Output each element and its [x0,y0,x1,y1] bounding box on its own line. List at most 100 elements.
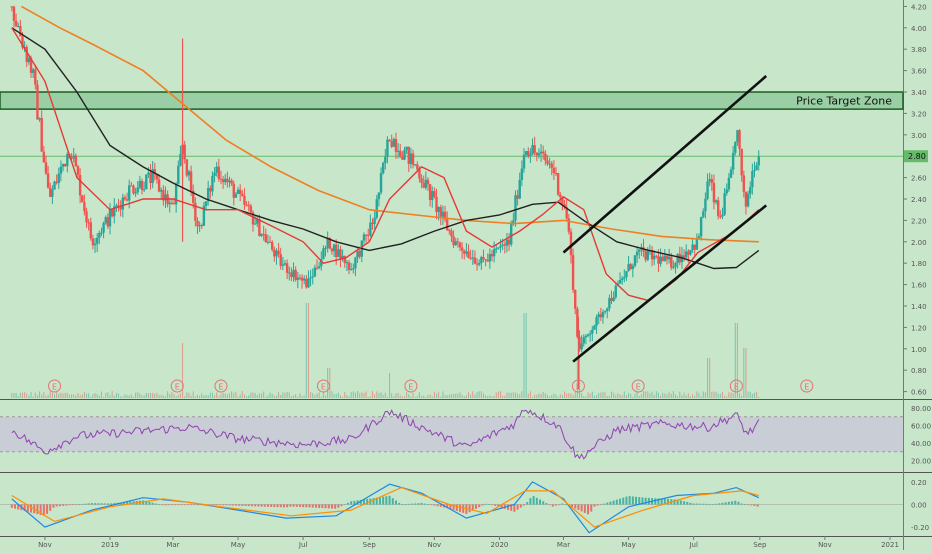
candle-body [674,263,677,267]
volume-bar [147,392,149,398]
candle-body [95,237,99,244]
macd-histogram-bar [110,503,113,505]
volume-bar [145,393,147,398]
candle-body [501,244,504,246]
volume-bar [269,392,271,398]
volume-bar [301,395,303,398]
candle-body [757,156,760,166]
volume-bar [561,395,563,398]
candle [83,194,86,216]
volume-bar [431,396,433,398]
candle [556,172,560,197]
macd-histogram-bar [721,502,724,505]
candle-body [134,192,137,194]
candle-body [693,244,696,250]
candle [119,200,122,217]
candle [719,210,722,219]
macd-histogram-bar [74,504,77,506]
candle [399,143,402,158]
volume-bar [606,396,608,398]
candle [87,218,90,231]
volume-bar [726,396,728,398]
candle [582,334,585,347]
candle [66,152,69,173]
candle-body [588,333,592,335]
candle [567,213,571,235]
candle-body [516,195,519,199]
earnings-marker: E [48,379,62,393]
candle [270,240,274,252]
volume-bar [587,392,589,398]
volume-bar [704,392,706,398]
candle [72,148,75,163]
candle [31,67,35,79]
candle [317,261,321,270]
rsi-axis-label: 60.00 [911,423,931,431]
candle [258,214,261,237]
macd-histogram-bar [62,504,65,506]
candle-body [433,191,436,197]
candle-body [580,343,583,350]
volume-bar [589,393,591,398]
candle [196,217,199,235]
candle [665,254,669,265]
candle-body [407,146,410,164]
volume-bar [222,392,224,398]
macd-histogram-bar [715,503,718,505]
macd-histogram-bar [231,504,234,506]
candle-body [300,277,304,281]
volume-bar [687,393,689,398]
candle [349,263,353,271]
macd-histogram-bar [478,504,481,508]
candle-body [386,139,389,157]
price-axis-label: 1.80 [911,260,927,268]
candle-body [422,182,425,188]
macd-histogram-bar [321,504,324,509]
volume-bar [167,391,169,398]
earnings-letter: E [175,383,180,392]
candle [142,181,146,193]
candle [59,160,63,182]
chart-canvas[interactable]: Price Target Zone E E E E E E E E E 4.20 4.00 3.80 3.… [0,0,932,550]
macd-histogram-bar [679,500,682,505]
volume-bar [384,392,386,398]
candle [249,203,253,214]
stock-chart[interactable]: Price Target Zone E E E E E E E E E 4.20 4.00 3.80 3.… [0,0,932,550]
volume-bar [480,391,482,398]
volume-bar [24,392,26,398]
candle-body [145,174,148,190]
macd-histogram-bar [260,504,263,507]
candle-body [584,335,588,338]
volume-bar [248,395,250,398]
candle [676,253,679,269]
macd-histogram-bar [484,503,487,505]
volume-bar [747,391,749,398]
candle [546,155,549,167]
candle-body [714,200,718,203]
candle-body [586,334,590,336]
candle [627,256,630,272]
rsi-axis-label: 40.00 [911,440,931,448]
volume-bar [404,396,406,398]
candle [552,160,556,180]
macd-histogram-bar [247,504,250,507]
candle-body [627,264,630,272]
candle-body [356,250,359,258]
candle [309,269,312,287]
volume-bar [493,395,495,398]
candle [40,110,43,152]
candle [226,171,229,188]
macd-histogram-bar [292,504,295,507]
candle-body [471,257,474,259]
candle-body [215,166,218,173]
volume-bar [342,396,344,398]
candle [559,192,562,204]
macd-histogram-bar [71,504,74,506]
volume-bar [357,391,359,398]
candle-body [123,197,127,200]
earnings-marker: E [214,379,228,393]
volume-bar [132,396,134,398]
candle-body [531,145,534,155]
volume-bar [425,396,427,398]
candle-body [292,269,295,278]
